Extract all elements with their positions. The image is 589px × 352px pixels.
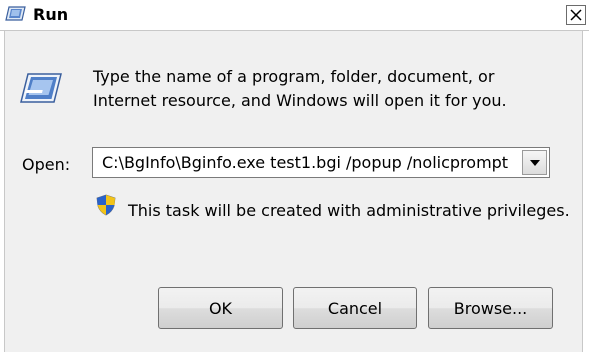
ok-button[interactable]: OK: [158, 287, 283, 329]
run-icon: [5, 6, 26, 22]
window-left-border: [0, 31, 5, 352]
cancel-button[interactable]: Cancel: [293, 287, 417, 329]
open-combobox[interactable]: [92, 147, 550, 178]
close-button[interactable]: [566, 5, 586, 25]
open-input[interactable]: [93, 148, 523, 177]
dropdown-button[interactable]: [522, 150, 547, 175]
browse-button[interactable]: Browse...: [428, 287, 553, 329]
admin-notice: This task will be created with administr…: [128, 201, 570, 220]
run-dialog: Run Type the name of a program, folder, …: [0, 0, 589, 352]
uac-shield-icon: [96, 194, 116, 216]
description: Type the name of a program, folder, docu…: [93, 65, 563, 113]
window-title: Run: [33, 5, 69, 24]
title-bar[interactable]: Run: [0, 0, 589, 31]
window-right-border: [582, 31, 589, 352]
open-label: Open:: [22, 155, 71, 174]
description-line-2: Internet resource, and Windows will open…: [93, 91, 507, 110]
description-line-1: Type the name of a program, folder, docu…: [93, 67, 495, 86]
run-program-icon: [20, 73, 62, 103]
